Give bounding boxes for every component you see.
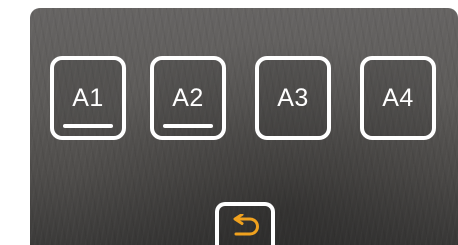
tile-a2[interactable]: A2 (150, 56, 226, 140)
tile-a4[interactable]: A4 (360, 56, 436, 140)
tile-label: A2 (172, 84, 204, 112)
tile-a3[interactable]: A3 (255, 56, 331, 140)
tile-a1[interactable]: A1 (50, 56, 126, 140)
return-arrow-icon (233, 214, 259, 236)
selection-indicator (63, 124, 113, 128)
display-screen: A1 A2 A3 A4 (30, 8, 458, 245)
back-button[interactable] (215, 202, 275, 245)
tile-label: A1 (72, 84, 104, 112)
tile-label: A4 (382, 84, 414, 112)
selection-indicator (163, 124, 213, 128)
tile-label: A3 (277, 84, 309, 112)
